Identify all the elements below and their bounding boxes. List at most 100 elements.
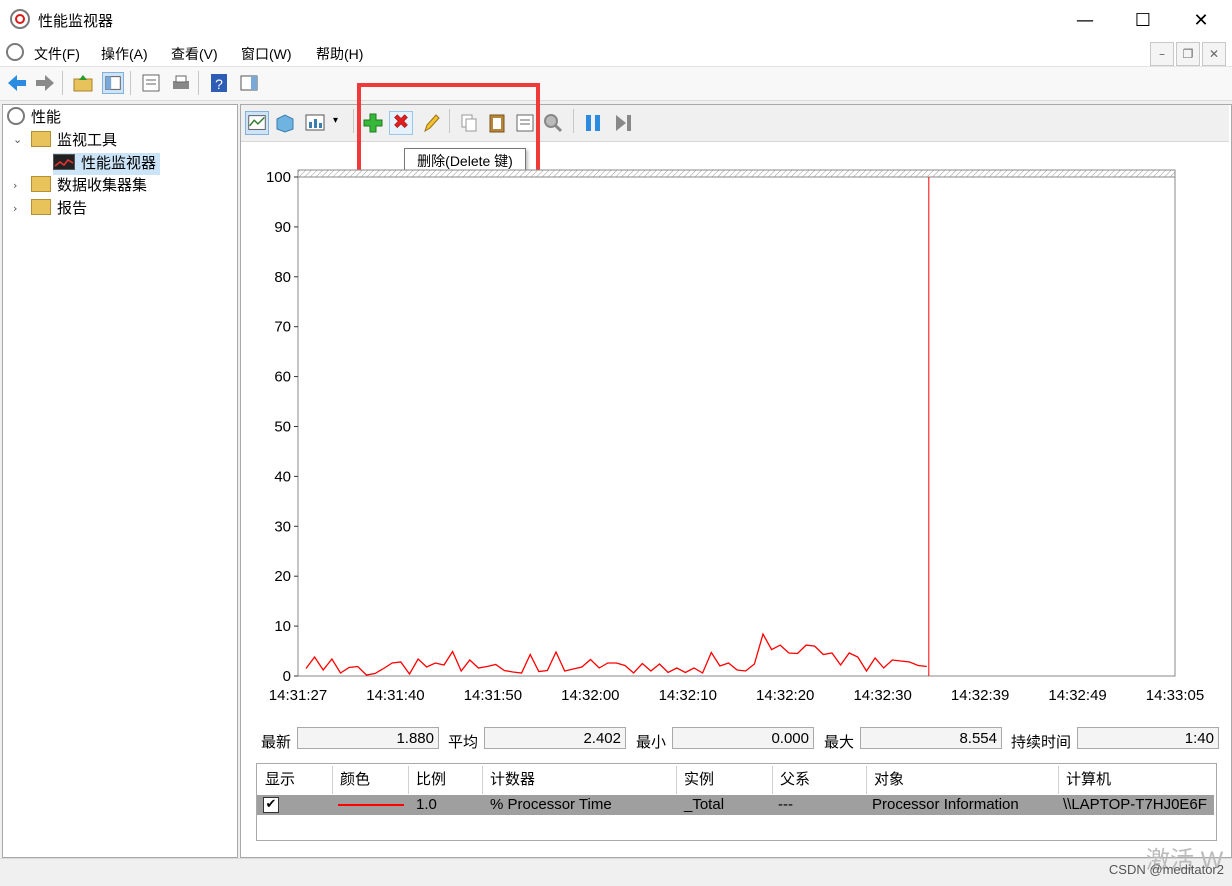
view-log-data-icon[interactable] [273, 111, 297, 135]
tree-label-performance-monitor: 性能监视器 [81, 155, 157, 172]
menu-help[interactable]: 帮助(H) [316, 44, 363, 64]
show-checkbox[interactable]: ✔ [263, 797, 279, 813]
zoom-icon[interactable] [541, 111, 565, 135]
chart-icon [53, 154, 75, 171]
cell-parent: --- [778, 796, 793, 813]
svg-text:?: ? [215, 76, 223, 92]
minimum-label: 最小 [636, 734, 667, 751]
column-header-object[interactable]: 对象 [874, 768, 904, 789]
cell-object: Processor Information [872, 796, 1019, 813]
main-toolbar: ? [0, 67, 1232, 101]
dropdown-arrow-icon[interactable]: ▾ [333, 115, 338, 126]
menu-bar: 文件(F) 操作(A) 查看(V) 窗口(W) 帮助(H) [0, 40, 1232, 67]
column-header-scale[interactable]: 比例 [416, 768, 446, 789]
chevron-right-icon[interactable]: › [13, 202, 17, 215]
maximize-button[interactable]: ☐ [1114, 0, 1172, 40]
tree-label-data-collector-sets: 数据收集器集 [57, 177, 148, 194]
performance-icon [7, 107, 25, 126]
tree-label-performance: 性能 [31, 109, 62, 126]
menu-view[interactable]: 查看(V) [171, 44, 218, 64]
y-tick-label: 80 [274, 269, 291, 286]
x-tick-label: 14:32:39 [951, 687, 1009, 704]
column-header-computer[interactable]: 计算机 [1066, 768, 1111, 789]
column-header-counter[interactable]: 计数器 [490, 768, 535, 789]
cell-instance: _Total [684, 796, 725, 813]
color-swatch-line [338, 804, 404, 806]
column-header-parent[interactable]: 父系 [780, 768, 810, 789]
line-chart: 1009080706050403020100 14:31:27 14:31:40 1… [266, 169, 1204, 704]
y-tick-label: 70 [274, 319, 291, 336]
close-button[interactable]: ✕ [1172, 0, 1230, 40]
mdi-minimize-button[interactable]: – [1150, 42, 1174, 66]
y-tick-label: 60 [274, 369, 291, 386]
tree-item-data-collector-sets[interactable]: 数据收集器集 [31, 175, 147, 197]
last-label: 最新 [261, 734, 292, 751]
column-header-instance[interactable]: 实例 [684, 768, 714, 789]
maximum-value: 8.554 [860, 727, 1002, 749]
folder-icon [31, 131, 51, 148]
duration-label: 持续时间 [1011, 734, 1072, 751]
tree-item-monitoring-tools[interactable]: 监视工具 [31, 130, 117, 152]
minimum-value: 0.000 [672, 727, 814, 749]
tree-item-reports[interactable]: 报告 [31, 198, 87, 220]
hatched-top-band [297, 169, 1176, 178]
y-tick-label: 0 [283, 668, 291, 685]
x-tick-label: 14:33:05 [1146, 687, 1204, 704]
mdi-restore-button[interactable]: ❐ [1176, 42, 1200, 66]
back-arrow-icon[interactable] [6, 72, 28, 94]
y-tick-label: 90 [274, 219, 291, 236]
x-tick-label: 14:32:49 [1048, 687, 1106, 704]
status-bar [0, 858, 1232, 886]
plot-area [297, 169, 1176, 677]
folder-icon [31, 176, 51, 193]
x-tick-label: 14:32:30 [853, 687, 911, 704]
view-current-activity-icon[interactable] [245, 111, 269, 135]
x-tick-label: 14:31:27 [269, 687, 327, 704]
chevron-down-icon[interactable]: ⌄ [13, 133, 22, 146]
change-graph-type-icon[interactable] [303, 111, 327, 135]
title-bar: 性能监视器 — ☐ ✕ [0, 0, 1232, 40]
mdi-close-button[interactable]: ✕ [1202, 42, 1226, 66]
x-tick-label: 14:32:00 [561, 687, 619, 704]
tree-item-performance-monitor[interactable]: 性能监视器 [53, 153, 161, 175]
tree-item-performance[interactable]: 性能 [7, 107, 61, 129]
column-header-show[interactable]: 显示 [265, 768, 295, 789]
cell-counter: % Processor Time [490, 796, 612, 813]
duration-value: 1:40 [1077, 727, 1219, 749]
average-label: 平均 [448, 734, 479, 751]
menu-file[interactable]: 文件(F) [34, 44, 80, 64]
y-tick-label: 50 [274, 419, 291, 436]
csdn-watermark: CSDN @meditator2 [1108, 862, 1224, 877]
cell-scale: 1.0 [416, 796, 437, 813]
show-action-pane-icon[interactable] [238, 72, 260, 94]
chevron-right-icon[interactable]: › [13, 179, 17, 192]
last-value: 1.880 [297, 727, 439, 749]
help-icon[interactable]: ? [208, 72, 230, 94]
x-tick-label: 14:31:40 [366, 687, 424, 704]
menu-window[interactable]: 窗口(W) [241, 44, 292, 64]
system-menu-icon[interactable] [6, 43, 24, 61]
show-hide-console-tree-icon[interactable] [102, 72, 124, 94]
x-tick-label: 14:31:50 [464, 687, 522, 704]
y-tick-label: 10 [274, 618, 291, 635]
cell-computer: \\LAPTOP-T7HJ0E6F [1063, 796, 1207, 813]
average-value: 2.402 [484, 727, 626, 749]
window-title: 性能监视器 [38, 13, 114, 30]
y-tick-label: 30 [274, 518, 291, 535]
properties-icon[interactable] [140, 72, 162, 94]
forward-arrow-icon[interactable] [34, 72, 56, 94]
x-tick-label: 14:32:10 [659, 687, 717, 704]
y-tick-label: 40 [274, 468, 291, 485]
console-tree: 性能 ⌄ 监视工具 性能监视器 › 数据收集器集 › 报告 [2, 104, 238, 858]
update-data-icon[interactable] [611, 111, 635, 135]
report-folder-icon [31, 199, 51, 216]
minimize-button[interactable]: — [1056, 0, 1114, 40]
up-folder-icon[interactable] [72, 72, 94, 94]
print-icon[interactable] [170, 72, 192, 94]
menu-action[interactable]: 操作(A) [101, 44, 148, 64]
y-tick-label: 100 [266, 169, 291, 186]
pause-icon[interactable] [581, 111, 605, 135]
maximum-label: 最大 [824, 734, 855, 751]
column-header-color[interactable]: 颜色 [340, 768, 370, 789]
x-tick-label: 14:32:20 [756, 687, 814, 704]
